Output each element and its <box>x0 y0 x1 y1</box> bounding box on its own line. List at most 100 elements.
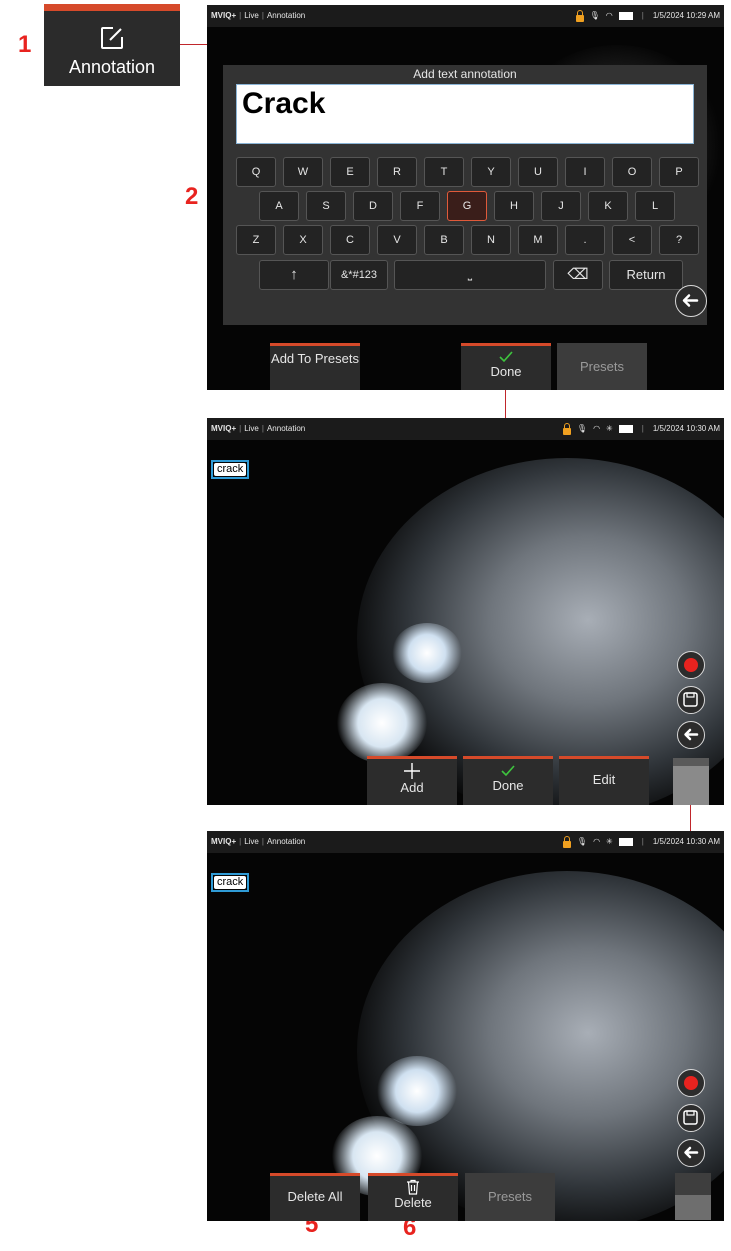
key-r[interactable]: R <box>377 157 417 187</box>
record-button[interactable] <box>677 651 705 679</box>
done-label: Done <box>490 364 522 379</box>
trash-icon <box>407 1179 419 1195</box>
light-icon: ✳ <box>606 424 613 433</box>
key-z[interactable]: Z <box>236 225 276 255</box>
annotation-text-input[interactable]: Crack <box>236 84 694 144</box>
done-button[interactable]: Done <box>463 756 553 805</box>
key-x[interactable]: X <box>283 225 323 255</box>
key-s[interactable]: S <box>306 191 346 221</box>
key-less-than[interactable]: < <box>612 225 652 255</box>
light-icon: ✳ <box>606 837 613 846</box>
key-f[interactable]: F <box>400 191 440 221</box>
key-k[interactable]: K <box>588 191 628 221</box>
lock-icon <box>562 835 571 848</box>
record-button[interactable] <box>677 1069 705 1097</box>
annotation-button-tile[interactable]: Annotation <box>44 4 180 86</box>
key-period[interactable]: . <box>565 225 605 255</box>
mic-icon: 🎙︎ <box>589 11 600 20</box>
key-n[interactable]: N <box>471 225 511 255</box>
add-label: Add <box>400 780 424 795</box>
key-w[interactable]: W <box>283 157 323 187</box>
key-j[interactable]: J <box>541 191 581 221</box>
datetime: 1/5/2024 10:29 AM <box>652 11 720 20</box>
key-y[interactable]: Y <box>471 157 511 187</box>
key-shift[interactable]: ↑ <box>259 260 329 290</box>
record-icon <box>684 658 698 672</box>
wifi-icon: ◠ <box>605 11 613 20</box>
battery-icon <box>618 838 633 846</box>
key-backspace[interactable]: ⌫ <box>553 260 603 290</box>
key-a[interactable]: A <box>259 191 299 221</box>
dialog-title: Add text annotation <box>413 67 517 81</box>
live-label: Live <box>244 424 259 433</box>
edit-button[interactable]: Edit <box>559 756 649 805</box>
presets-button[interactable]: Presets <box>465 1173 555 1221</box>
add-button[interactable]: Add <box>367 756 457 805</box>
annotation-tag[interactable]: crack <box>211 873 250 892</box>
back-arrow-button[interactable] <box>677 721 705 749</box>
scene-glare-2 <box>337 683 427 763</box>
scene-glare-1 <box>377 1056 457 1126</box>
add-to-presets-label: Add To Presets <box>271 351 359 366</box>
key-h[interactable]: H <box>494 191 534 221</box>
presets-button[interactable]: Presets <box>557 343 647 390</box>
brand-label: MVIQ+ <box>211 11 237 20</box>
key-question[interactable]: ? <box>659 225 699 255</box>
thumbnail-panel[interactable] <box>675 1173 711 1220</box>
key-e[interactable]: E <box>330 157 370 187</box>
save-icon <box>683 1110 698 1125</box>
callout-2: 2 <box>185 183 199 210</box>
key-q[interactable]: Q <box>236 157 276 187</box>
status-bar: MVIQ+ | Live | Annotation 🎙︎ ◠ ✳ | 1/5/2024 … <box>207 831 724 853</box>
presets-label: Presets <box>487 1189 533 1204</box>
add-to-presets-button[interactable]: Add To Presets <box>270 343 360 390</box>
key-c[interactable]: C <box>330 225 370 255</box>
save-button[interactable] <box>677 686 705 714</box>
key-b[interactable]: B <box>424 225 464 255</box>
save-button[interactable] <box>677 1104 705 1132</box>
check-icon <box>501 765 515 777</box>
annotation-tag[interactable]: crack <box>211 460 250 479</box>
text-annotation-dialog: Add text annotation Crack Q W E R T Y U … <box>223 65 707 325</box>
key-o[interactable]: O <box>612 157 652 187</box>
wifi-icon: ◠ <box>593 837 601 846</box>
scene-glare-1 <box>392 623 462 683</box>
datetime: 1/5/2024 10:30 AM <box>652 837 720 846</box>
mode-label: Annotation <box>266 837 306 846</box>
key-v[interactable]: V <box>377 225 417 255</box>
screen-keyboard: MVIQ+ | Live | Annotation 🎙︎ ◠ | 1/5/2024 10… <box>207 5 724 390</box>
key-g[interactable]: G <box>447 191 487 221</box>
annotation-tag-label: crack <box>214 463 247 476</box>
back-arrow-button[interactable] <box>675 285 707 317</box>
back-arrow-button[interactable] <box>677 1139 705 1167</box>
done-button[interactable]: Done <box>461 343 551 390</box>
edit-label: Edit <box>592 772 616 787</box>
key-i[interactable]: I <box>565 157 605 187</box>
battery-icon <box>618 12 633 20</box>
key-symbols[interactable]: &*#123 <box>330 260 388 290</box>
key-return[interactable]: Return <box>609 260 683 290</box>
mic-icon: 🎙︎ <box>576 837 588 846</box>
key-u[interactable]: U <box>518 157 558 187</box>
key-l[interactable]: L <box>635 191 675 221</box>
key-m[interactable]: M <box>518 225 558 255</box>
delete-all-button[interactable]: Delete All <box>270 1173 360 1221</box>
live-label: Live <box>244 11 259 20</box>
plus-icon <box>404 763 420 779</box>
delete-button[interactable]: Delete <box>368 1173 458 1221</box>
screen-annotation-edit: MVIQ+ | Live | Annotation 🎙︎ ◠ ✳ | 1/5/2024 … <box>207 831 724 1221</box>
brand-label: MVIQ+ <box>211 424 237 433</box>
thumbnail-panel[interactable] <box>673 758 709 805</box>
key-p[interactable]: P <box>659 157 699 187</box>
key-space[interactable]: ⎵ <box>394 260 546 290</box>
back-arrow-icon <box>682 294 699 307</box>
key-d[interactable]: D <box>353 191 393 221</box>
status-bar: MVIQ+ | Live | Annotation 🎙︎ ◠ ✳ | 1/5/2024 … <box>207 418 724 440</box>
callout-1: 1 <box>18 31 32 58</box>
screen-annotation-placed: MVIQ+ | Live | Annotation 🎙︎ ◠ ✳ | 1/5/2024 … <box>207 418 724 805</box>
key-t[interactable]: T <box>424 157 464 187</box>
battery-icon <box>618 425 633 433</box>
save-icon <box>683 692 698 707</box>
status-bar: MVIQ+ | Live | Annotation 🎙︎ ◠ | 1/5/2024 10… <box>207 5 724 27</box>
annotation-text-value: Crack <box>242 87 326 120</box>
